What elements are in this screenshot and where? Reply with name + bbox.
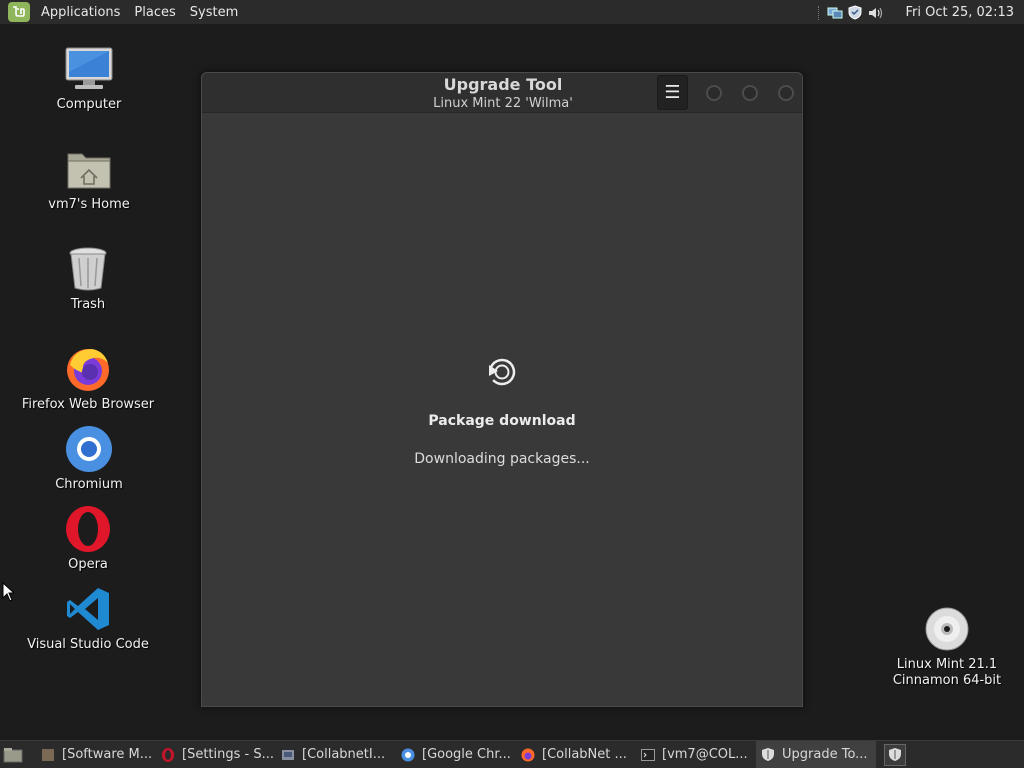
opera-icon <box>64 505 112 553</box>
desktop-icon-vscode[interactable]: Visual Studio Code <box>13 585 163 653</box>
trash-icon <box>64 245 112 293</box>
taskbar: [Software M... [Settings - S... [Collabn… <box>0 740 1024 768</box>
desktop-icon-label: Trash <box>70 297 106 312</box>
task-label: [Software M... <box>62 747 153 762</box>
update-manager-tray-icon[interactable] <box>884 743 906 766</box>
mint-menu-icon[interactable] <box>8 2 30 22</box>
desktop-icon-label: Firefox Web Browser <box>21 397 155 412</box>
desktop-icon-computer[interactable]: Computer <box>14 45 164 113</box>
task-software-manager[interactable]: [Software M... <box>36 741 156 768</box>
desktop-icon-label: Computer <box>56 97 122 112</box>
app-icon <box>280 747 296 763</box>
desktop-icon-trash[interactable]: Trash <box>13 245 163 313</box>
task-google-chrome[interactable]: [Google Chr... <box>396 741 516 768</box>
menu-button[interactable]: ☰ <box>657 75 688 110</box>
task-settings[interactable]: [Settings - S... <box>156 741 276 768</box>
task-label: [Google Chr... <box>422 747 511 762</box>
disc-icon <box>923 605 971 653</box>
task-label: [Settings - S... <box>182 747 274 762</box>
show-desktop-icon[interactable] <box>2 746 24 764</box>
task-label: [vm7@COL... <box>662 747 748 762</box>
shield-icon <box>760 747 776 763</box>
task-collabnet-1[interactable]: [CollabnetI... <box>276 741 396 768</box>
shield-icon[interactable] <box>847 5 863 21</box>
desktop-icon-chromium[interactable]: Chromium <box>14 425 164 493</box>
status-title: Package download <box>428 413 576 429</box>
software-manager-icon <box>40 747 56 763</box>
desktop-icon-opera[interactable]: Opera <box>13 505 163 573</box>
upgrade-tool-window: Upgrade Tool Linux Mint 22 'Wilma' ☰ Pac… <box>201 72 803 707</box>
status-text: Downloading packages... <box>414 451 590 467</box>
chrome-icon <box>400 747 416 763</box>
task-upgrade-tool[interactable]: Upgrade To... <box>756 740 876 768</box>
chromium-icon <box>65 425 113 473</box>
vscode-icon <box>64 585 112 633</box>
terminal-icon <box>640 747 656 763</box>
network-icon[interactable] <box>827 5 843 21</box>
desktop-icon-firefox[interactable]: Firefox Web Browser <box>13 345 163 413</box>
menu-system[interactable]: System <box>183 5 245 20</box>
menu-applications[interactable]: Applications <box>34 5 127 20</box>
desktop-icon-install-disc[interactable]: Linux Mint 21.1 Cinnamon 64-bit <box>872 605 1022 689</box>
opera-icon <box>160 747 176 763</box>
minimize-button[interactable] <box>706 85 722 101</box>
task-label: Upgrade To... <box>782 747 868 762</box>
firefox-icon <box>520 747 536 763</box>
desktop-icon-label: Linux Mint 21.1 <box>896 657 998 672</box>
menu-places[interactable]: Places <box>127 5 182 20</box>
desktop-icon-label: vm7's Home <box>48 197 130 212</box>
desktop-icon-label: Visual Studio Code <box>27 637 149 652</box>
task-label: [CollabnetI... <box>302 747 386 762</box>
volume-icon[interactable] <box>867 5 883 21</box>
computer-icon <box>65 45 113 93</box>
close-button[interactable] <box>778 85 794 101</box>
desktop-icon-label: Opera <box>68 557 108 572</box>
tray-separator <box>818 5 820 20</box>
top-panel: Applications Places System Fri Oct 25, 0… <box>0 0 1024 25</box>
window-titlebar[interactable]: Upgrade Tool Linux Mint 22 'Wilma' ☰ <box>202 73 802 113</box>
clock[interactable]: Fri Oct 25, 02:13 <box>905 5 1014 20</box>
home-folder-icon <box>65 145 113 193</box>
desktop-icon-home[interactable]: vm7's Home <box>14 145 164 213</box>
task-label: [CollabNet ... <box>542 747 627 762</box>
task-collabnet-2[interactable]: [CollabNet ... <box>516 741 636 768</box>
system-tray: Fri Oct 25, 02:13 <box>818 0 1024 25</box>
firefox-icon <box>64 345 112 393</box>
task-terminal[interactable]: [vm7@COL... <box>636 741 756 768</box>
desktop-icon-label: Cinnamon 64-bit <box>892 673 1002 688</box>
desktop-icon-label: Chromium <box>55 477 123 492</box>
mouse-cursor-icon <box>2 582 14 602</box>
maximize-button[interactable] <box>742 85 758 101</box>
upgrade-progress-icon <box>488 358 516 386</box>
